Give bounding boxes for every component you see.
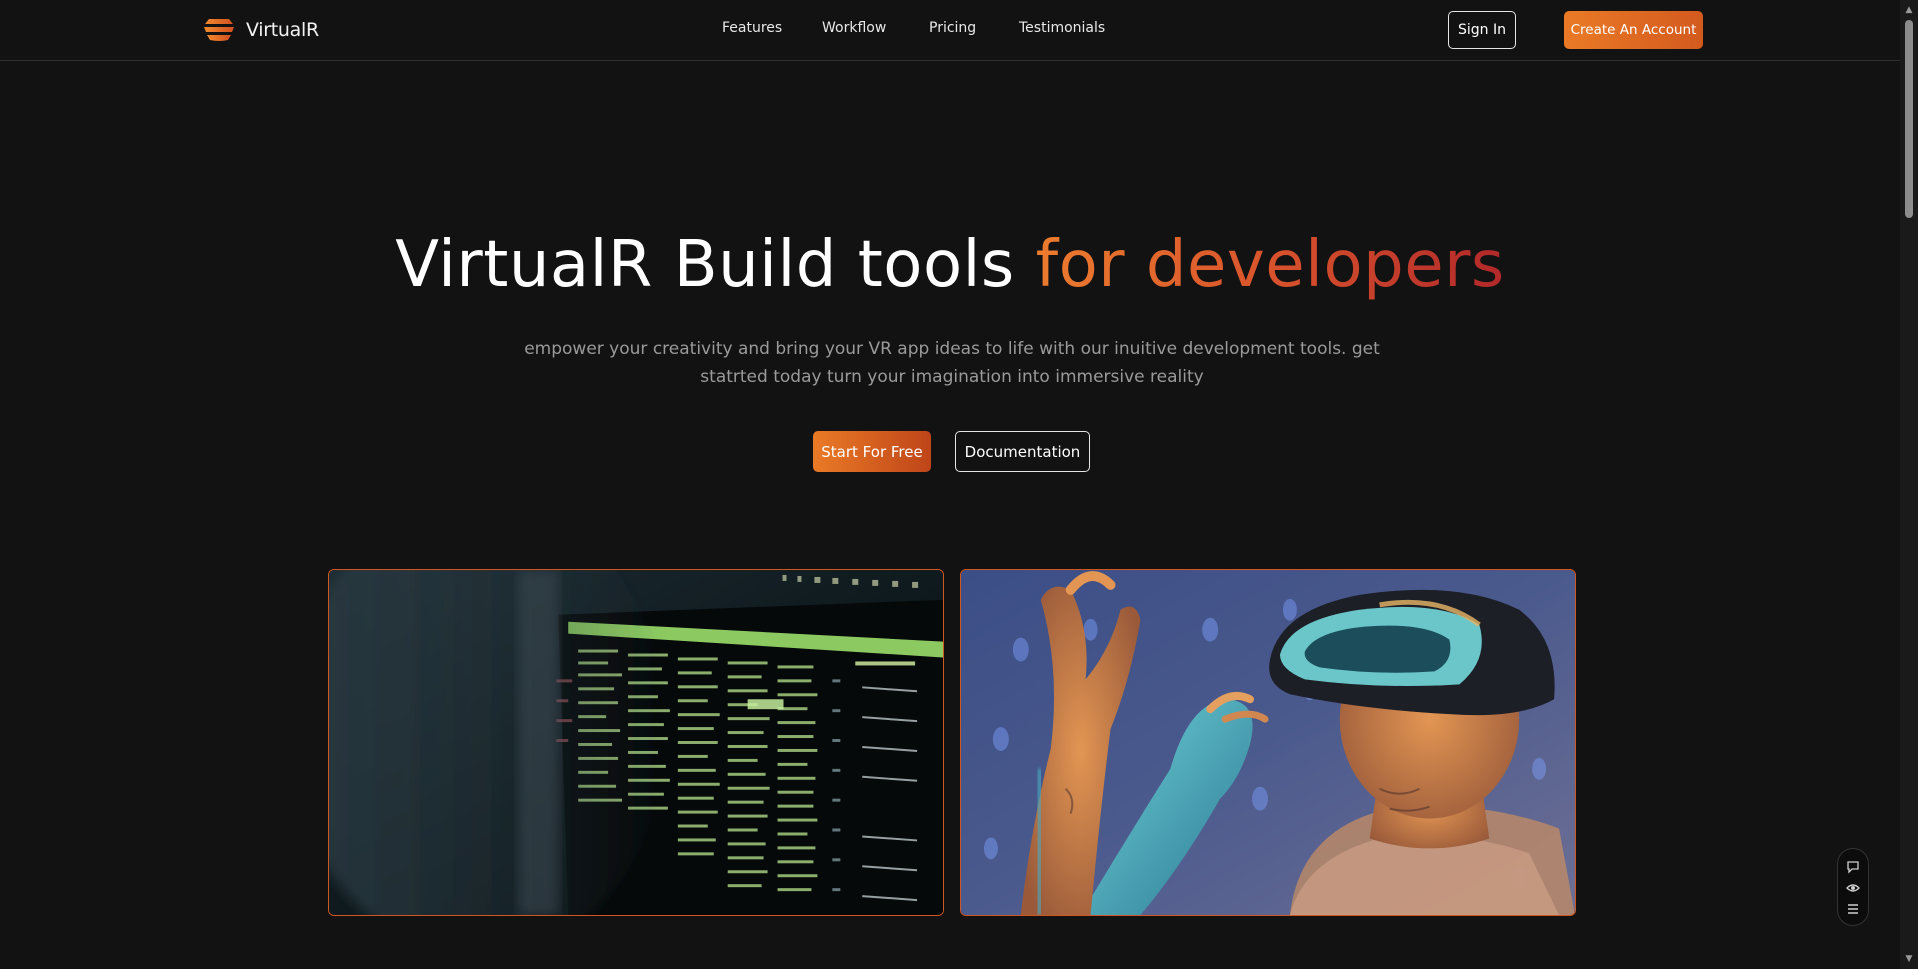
list-icon[interactable] — [1846, 901, 1860, 915]
scroll-thumb[interactable] — [1905, 20, 1913, 218]
navbar: VirtualR Features Workflow Pricing Testi… — [0, 0, 1900, 61]
hero-title-accent: for developers — [1035, 228, 1505, 302]
nav-link-pricing[interactable]: Pricing — [929, 20, 976, 36]
hero-subtitle: empower your creativity and bring your V… — [524, 339, 1380, 387]
vr-headset-illustration — [961, 570, 1575, 915]
documentation-button[interactable]: Documentation — [955, 431, 1090, 472]
nav-link-testimonials[interactable]: Testimonials — [1019, 20, 1105, 36]
floating-toolbar — [1837, 848, 1869, 926]
sign-in-button[interactable]: Sign In — [1448, 11, 1516, 49]
scroll-up-arrow-icon[interactable]: ▲ — [1900, 2, 1918, 18]
start-for-free-button[interactable]: Start For Free — [813, 431, 931, 472]
vr-headset-image — [960, 569, 1576, 916]
create-account-button[interactable]: Create An Account — [1564, 11, 1703, 49]
code-terminal-illustration — [329, 570, 943, 915]
page: VirtualR Features Workflow Pricing Testi… — [0, 0, 1918, 969]
scroll-down-arrow-icon[interactable]: ▼ — [1900, 951, 1918, 967]
chat-icon[interactable] — [1846, 859, 1860, 874]
nav-link-features[interactable]: Features — [722, 20, 782, 36]
hero-title: VirtualR Build tools for developers — [0, 220, 1900, 310]
code-terminal-image — [328, 569, 944, 916]
eye-icon[interactable] — [1846, 880, 1860, 894]
nav-link-workflow[interactable]: Workflow — [822, 20, 886, 36]
vertical-scrollbar[interactable]: ▲ ▼ — [1900, 0, 1918, 969]
hero-title-main: VirtualR Build tools — [395, 228, 1036, 302]
